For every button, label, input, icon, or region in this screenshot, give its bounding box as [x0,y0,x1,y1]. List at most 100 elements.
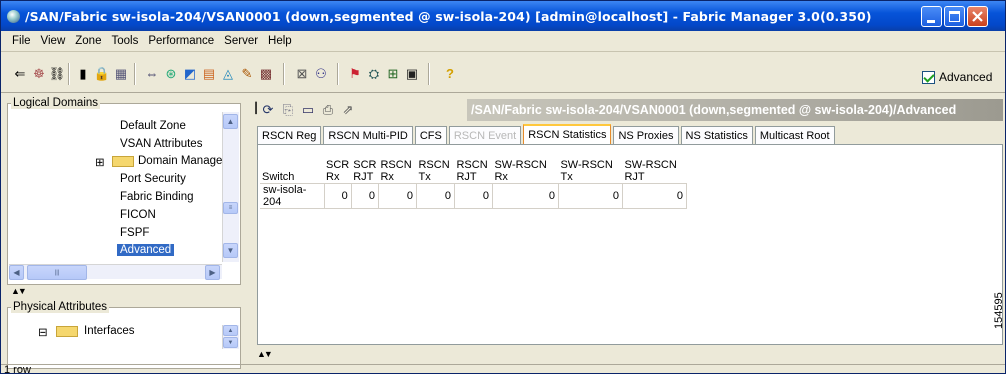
splitter-icon[interactable]: ▲▼ [11,286,27,296]
tree-item-ficon[interactable]: FICON [120,209,156,221]
cell-scr-rx[interactable]: 0 [323,182,352,209]
scroll-down-icon[interactable]: ▼ [223,337,238,348]
grid-icon[interactable]: ⊠ [293,65,311,81]
menu-performance[interactable]: Performance [143,35,219,47]
cell-sw-rscn-rjt[interactable]: 0 [621,182,687,209]
close-button[interactable] [967,6,988,27]
advanced-checkbox[interactable] [922,70,935,84]
tab-ns-statistics[interactable]: NS Statistics [680,126,753,144]
zone-icon[interactable]: ▦ [112,65,130,81]
logical-domains-panel: Default Zone VSAN Attributes ⊞ Domain Ma… [7,103,241,285]
column-header-sw-rscn-rx[interactable]: SW-RSCN Rx [492,155,558,183]
menu-help[interactable]: Help [263,35,297,47]
column-header-rscn-rjt[interactable]: RSCN RJT [454,155,492,183]
cell-rscn-rx[interactable]: 0 [377,182,417,209]
expand-icon[interactable]: ⊞ [95,155,105,169]
scroll-down-icon[interactable]: ▼ [223,243,238,258]
logical-domains-legend: Logical Domains [11,97,101,109]
tree-item-default-zone[interactable]: Default Zone [120,120,186,132]
menu-view[interactable]: View [36,35,71,47]
physical-attributes-panel: ⊟ Interfaces ▲ ▼ [7,307,241,369]
tree-item-fabric-binding[interactable]: Fabric Binding [120,191,194,203]
minimize-button[interactable] [921,6,942,27]
tab-rscn-reg[interactable]: RSCN Reg [257,126,322,144]
save-icon[interactable]: ▭ [299,101,317,117]
vertical-scrollbar[interactable]: ▲ ≡ ▼ [222,112,239,262]
figure-number: 154595 [993,292,1005,329]
column-header-rscn-tx[interactable]: RSCN Tx [416,155,454,183]
scroll-thumb[interactable]: ≡ [223,202,238,214]
cell-sw-rscn-tx[interactable]: 0 [557,182,623,209]
discover-icon[interactable]: ☸ [30,65,48,81]
wizard-icon[interactable]: ✎ [238,65,256,81]
column-header-sw-rscn-tx[interactable]: SW-RSCN Tx [558,155,622,183]
statistics-icon[interactable]: ⊞ [384,65,402,81]
maximize-button[interactable] [944,6,965,27]
tab-ns-proxies[interactable]: NS Proxies [613,126,679,144]
scroll-thumb[interactable]: ||| [27,265,87,280]
tree-item-domain-manager[interactable]: Domain Manage [138,155,222,167]
collapse-icon[interactable]: ⊟ [38,325,48,339]
scroll-right-icon[interactable]: ▶ [205,265,220,280]
tab-cfs[interactable]: CFS [414,126,447,144]
tab-rscn-statistics[interactable]: RSCN Statistics [523,124,612,144]
tab-rscn-multi-pid[interactable]: RSCN Multi-PID [323,126,413,144]
monitor-icon[interactable]: ▣ [403,65,421,81]
column-header-rscn-rx[interactable]: RSCN Rx [378,155,416,183]
inventory-icon[interactable]: ⛭ [365,65,383,81]
cell-scr-rjt[interactable]: 0 [350,182,379,209]
tree-item-advanced[interactable]: Advanced [117,244,175,256]
device-manager-icon[interactable]: ⇔ [143,65,161,81]
cell-rscn-tx[interactable]: 0 [415,182,455,209]
column-header-switch[interactable]: Switch [260,155,324,183]
menu-server[interactable]: Server [219,35,263,47]
app-icon[interactable] [7,10,20,23]
folder-icon [56,326,78,337]
apply-icon[interactable]: ⎘ [279,101,297,117]
column-header-scr-rjt[interactable]: SCR RJT [351,155,378,183]
menu-zone[interactable]: Zone [70,35,106,47]
column-header-sw-rscn-rjt[interactable]: SW-RSCN RJT [622,155,686,183]
tab-multicast-root[interactable]: Multicast Root [754,126,835,144]
scroll-up-icon[interactable]: ▲ [223,114,238,129]
alert-icon[interactable]: ⚑ [346,65,364,81]
tree-item-interfaces[interactable]: Interfaces [84,325,135,337]
report-icon[interactable]: ▤ [200,65,218,81]
lock-icon[interactable]: 🔒 [93,65,111,81]
toolbar-separator [68,63,70,85]
scroll-up-icon[interactable]: ▲ [223,325,238,336]
refresh-icon[interactable]: ⟳ [259,101,277,117]
column-header-scr-rx[interactable]: SCR Rx [324,155,351,183]
find-icon[interactable]: ⛓ [48,65,66,81]
advanced-toggle[interactable]: Advanced [922,70,992,84]
fabric-icon[interactable]: ◩ [181,65,199,81]
rscn-statistics-panel: Switch SCR Rx SCR RJT RSCN Rx RSCN Tx RSCN RJ… [257,144,1003,345]
rscn-statistics-table: Switch SCR Rx SCR RJT RSCN Rx RSCN Tx RSCN RJ… [260,155,687,209]
map-icon[interactable]: ◬ [219,65,237,81]
tree-item-vsan-attributes[interactable]: VSAN Attributes [120,138,202,150]
vsan-icon[interactable]: ⊛ [162,65,180,81]
tree-item-fspf[interactable]: FSPF [120,227,149,239]
help-icon[interactable]: ? [441,65,459,81]
cell-sw-rscn-rx[interactable]: 0 [491,182,559,209]
horizontal-scrollbar[interactable]: ◀ ||| ▶ [9,264,222,280]
export-icon[interactable]: ⇗ [339,101,357,117]
users-icon[interactable]: ⚇ [312,65,330,81]
tree-item-port-security[interactable]: Port Security [120,173,186,185]
scroll-left-icon[interactable]: ◀ [9,265,24,280]
table-row[interactable]: sw-isola-204 0 0 0 0 0 0 0 0 [260,182,687,209]
menu-tools[interactable]: Tools [106,35,143,47]
toolbar-separator [283,63,285,85]
cell-rscn-rjt[interactable]: 0 [453,182,493,209]
close-icon [972,11,983,22]
application-window: /SAN/Fabric sw-isola-204/VSAN0001 (down,… [0,0,1006,374]
ivr-icon[interactable]: ▩ [257,65,275,81]
cell-switch[interactable]: sw-isola-204 [260,182,325,209]
switch-icon[interactable]: ▮ [74,65,92,81]
print-icon[interactable]: ⎙ [319,101,337,117]
menu-file[interactable]: File [7,35,36,47]
open-icon[interactable]: ⇐ [11,65,29,81]
vertical-scrollbar[interactable]: ▲ ▼ [222,325,239,349]
splitter-icon[interactable]: ▲▼ [257,349,273,359]
title-bar[interactable]: /SAN/Fabric sw-isola-204/VSAN0001 (down,… [1,1,1005,31]
